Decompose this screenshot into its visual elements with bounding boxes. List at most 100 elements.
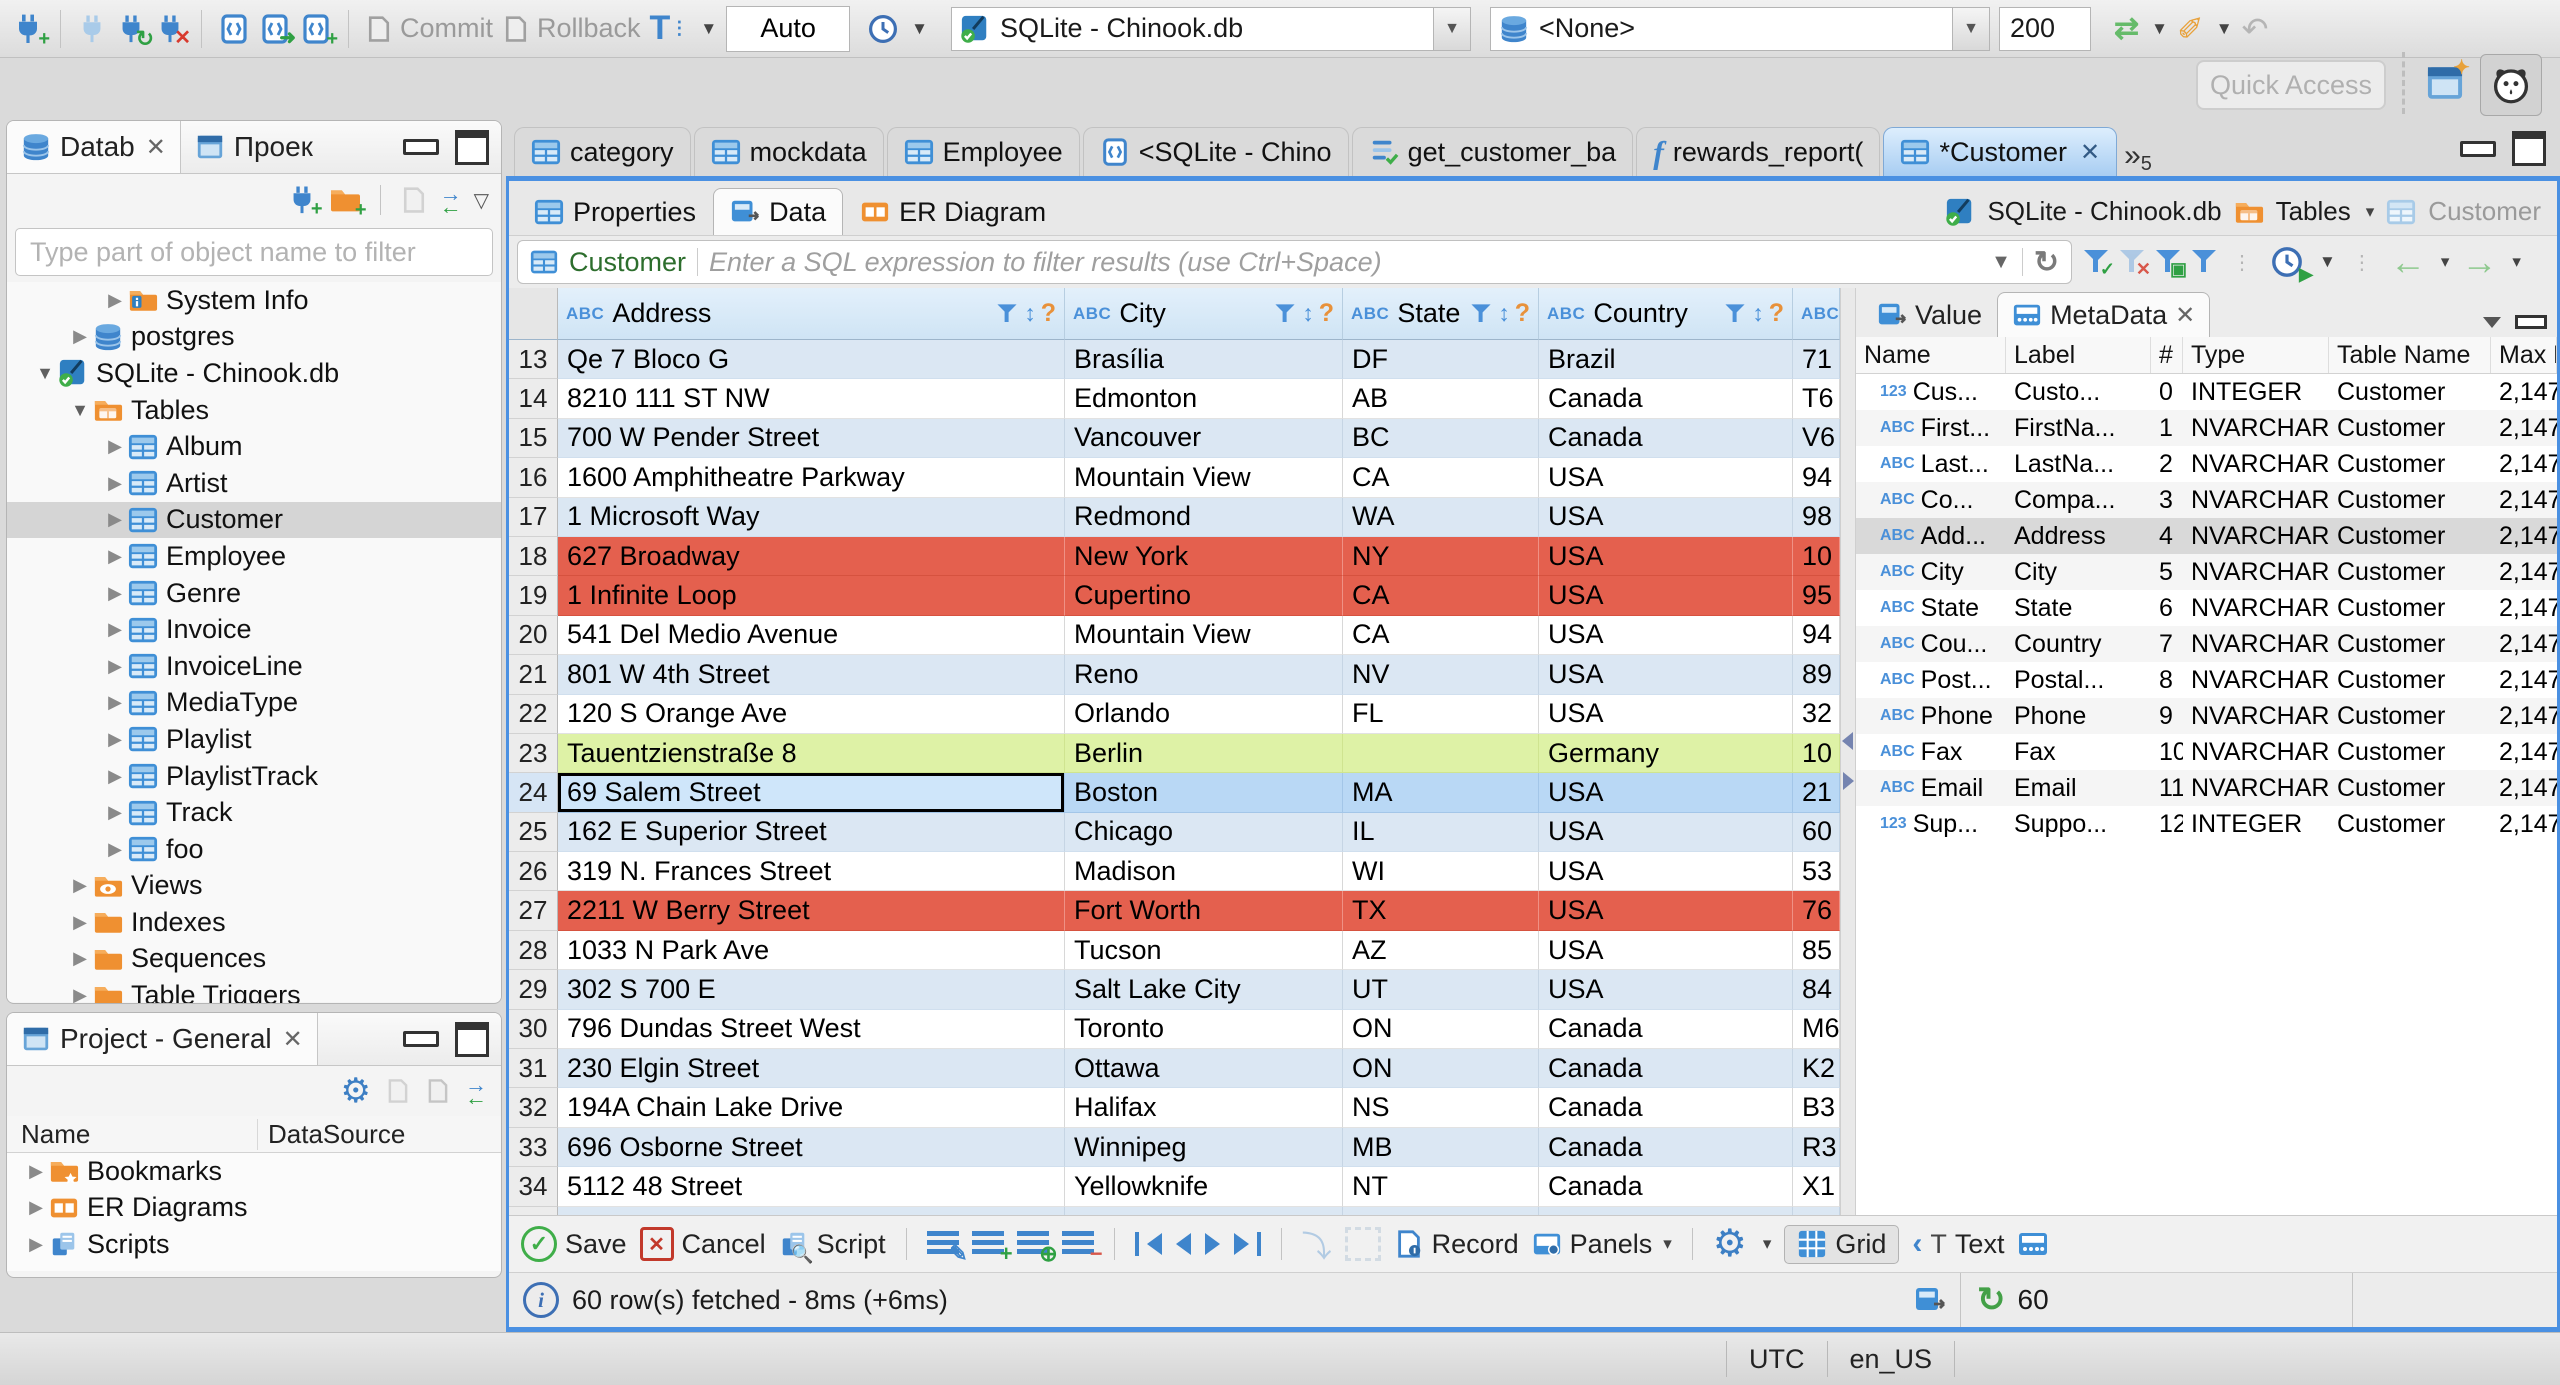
new-folder-icon[interactable]: + (329, 184, 367, 220)
edit-row-icon[interactable]: ✎ (926, 1231, 968, 1265)
grid-cell[interactable]: Toronto (1065, 1009, 1343, 1050)
filter-funnel-icon[interactable] (1725, 303, 1745, 323)
grid-cell[interactable]: BC (1343, 418, 1539, 459)
column-name[interactable]: Name (7, 1119, 257, 1150)
meta-row-fax[interactable]: ABCFax Fax 10 NVARCHAR Customer 2,147,483 (1856, 734, 2557, 770)
fetch-size-input[interactable]: 200 (1998, 6, 2091, 51)
chevron-right-icon[interactable]: ▶ (102, 509, 128, 530)
tree-item-album[interactable]: ▶ Album (7, 428, 501, 465)
grid-cell[interactable]: USA (1539, 970, 1793, 1010)
grid-cell[interactable]: USA (1539, 812, 1793, 853)
tab-overflow-button[interactable]: » 5 (2124, 139, 2152, 176)
grid-cell[interactable]: 76 (1793, 891, 1840, 931)
compare-dropdown-icon[interactable]: ▼ (2216, 19, 2233, 39)
cancel-button[interactable]: ✕ Cancel (639, 1227, 766, 1261)
grid-cell[interactable]: Brazil (1539, 340, 1793, 380)
meta-row-suppo[interactable]: 123Sup... Suppo... 12 INTEGER Customer 2,147,… (1856, 806, 2557, 842)
chevron-right-icon[interactable]: ▶ (102, 729, 128, 750)
grid-cell[interactable]: CA (1343, 615, 1539, 656)
grid-cell[interactable]: USA (1539, 576, 1793, 616)
expand-all-icon[interactable] (425, 1078, 451, 1104)
link-with-editor-icon[interactable]: → ← (465, 1073, 487, 1109)
grid-cell[interactable]: Salt Lake City (1065, 970, 1343, 1010)
duplicate-row-icon[interactable]: ⊕ (1016, 1231, 1058, 1265)
row-number[interactable]: 13 (509, 340, 558, 380)
collapse-all-icon[interactable] (385, 1078, 411, 1104)
grid-cell[interactable] (1539, 1206, 1793, 1215)
grid-view-button[interactable]: Grid (1784, 1224, 1900, 1264)
tab-database-navigator[interactable]: Datab ✕ (7, 121, 181, 173)
row-number[interactable]: 34 (509, 1167, 558, 1207)
grid-cell[interactable]: USA (1539, 694, 1793, 734)
chevron-right-icon[interactable]: ▶ (102, 619, 128, 640)
grid-cell[interactable]: New York (1065, 536, 1343, 577)
row-number[interactable]: 28 (509, 930, 558, 971)
grid-cell[interactable]: Cupertino (1065, 576, 1343, 616)
breadcrumb-database[interactable]: SQLite - Chinook.db (1987, 196, 2221, 227)
grid-cell[interactable]: 230 Elgin Street (558, 1049, 1065, 1089)
row-number[interactable]: 19 (509, 576, 558, 616)
grid-cell[interactable]: ON (1343, 1009, 1539, 1050)
tree-item-employee[interactable]: ▶ Employee (7, 538, 501, 575)
grid-cell[interactable]: 5112 48 Street (558, 1167, 1065, 1207)
settings-dropdown-icon[interactable]: ▾ (1763, 1234, 1772, 1254)
grid-cell[interactable]: UT (1343, 970, 1539, 1010)
panel-tab-value[interactable]: Value (1862, 292, 1997, 337)
grid-cell[interactable]: 84 (1793, 970, 1840, 1010)
minimize-icon[interactable] (403, 1031, 439, 1047)
tree-item-playlisttrack[interactable]: ▶ PlaylistTrack (7, 758, 501, 795)
row-number[interactable]: 27 (509, 891, 558, 931)
column-header-Address[interactable]: ABC Address ↕? (558, 288, 1065, 340)
tree-item-sqlite-chinook-db[interactable]: ▼ SQLite - Chinook.db (7, 355, 501, 392)
row-number[interactable]: 31 (509, 1049, 558, 1089)
grid-cell[interactable]: NY (1343, 536, 1539, 577)
editor-tab-mockdata[interactable]: mockdata (693, 127, 884, 176)
collapse-left-icon[interactable] (1842, 732, 1853, 750)
schema-combo[interactable]: <None> ▼ (1489, 6, 1990, 51)
grid-cell[interactable]: M6 (1793, 1009, 1840, 1050)
column-header-Country[interactable]: ABC Country ↕? (1539, 288, 1793, 340)
refresh-icon[interactable]: ↻ (1977, 1283, 2006, 1317)
grid-cell[interactable]: AZ (1343, 930, 1539, 971)
meta-row-custo[interactable]: 123Cus... Custo... 0 INTEGER Customer 2,147,4… (1856, 374, 2557, 410)
sort-icon[interactable]: ↕ (1024, 300, 1036, 327)
rollback-button[interactable]: Rollback (502, 13, 641, 44)
tab-projects[interactable]: Проек (181, 121, 327, 173)
grid-cell[interactable]: 21 (1793, 773, 1840, 813)
grid-cell[interactable]: Tauentzienstraße 8 (558, 733, 1065, 774)
refresh-icon[interactable]: ↻ (2034, 245, 2059, 280)
compare-icon[interactable]: ✐ (2177, 10, 2204, 48)
grid-cell[interactable]: MB (1343, 1127, 1539, 1168)
custom-filter-icon[interactable] (2192, 250, 2216, 274)
row-number[interactable] (509, 1206, 558, 1215)
close-icon[interactable]: ✕ (283, 1025, 303, 1054)
grid-cell[interactable]: Yellowknife (1065, 1167, 1343, 1207)
grid-cell[interactable]: Canada (1539, 1009, 1793, 1050)
grid-cell[interactable]: 94 (1793, 615, 1840, 656)
grid-cell[interactable]: 53 (1793, 852, 1840, 892)
chevron-right-icon[interactable]: ▶ (23, 1234, 49, 1255)
grid-cell[interactable]: Germany (1539, 733, 1793, 774)
grid-cell[interactable]: T6 (1793, 379, 1840, 419)
grid-cell[interactable]: 801 W 4th Street (558, 655, 1065, 695)
collapse-right-icon[interactable] (1843, 772, 1854, 790)
grid-cell[interactable]: 85 (1793, 930, 1840, 971)
help-icon[interactable]: ? (1319, 299, 1334, 328)
grid-cell[interactable]: R3 (1793, 1127, 1840, 1168)
grid-cell[interactable]: Boston (1065, 773, 1343, 813)
chevron-right-icon[interactable]: ▶ (67, 875, 93, 896)
tree-item-track[interactable]: ▶ Track (7, 794, 501, 831)
grid-cell[interactable]: 98 (1793, 497, 1840, 537)
maximize-icon[interactable] (455, 129, 489, 165)
editor-tab-employee[interactable]: Employee (886, 127, 1080, 176)
grid-cell[interactable]: WA (1343, 497, 1539, 537)
minimize-icon[interactable] (403, 139, 439, 155)
chevron-right-icon[interactable]: ▶ (67, 985, 93, 1003)
panels-button[interactable]: Panels ▾ (1532, 1229, 1672, 1260)
chevron-right-icon[interactable]: ▶ (102, 766, 128, 787)
grid-cell[interactable]: Fort Worth (1065, 891, 1343, 931)
tree-item-artist[interactable]: ▶ Artist (7, 465, 501, 502)
grid-cell[interactable]: USA (1539, 615, 1793, 656)
grid-cell[interactable]: Orlando (1065, 694, 1343, 734)
grid-cell[interactable]: 94 (1793, 458, 1840, 498)
